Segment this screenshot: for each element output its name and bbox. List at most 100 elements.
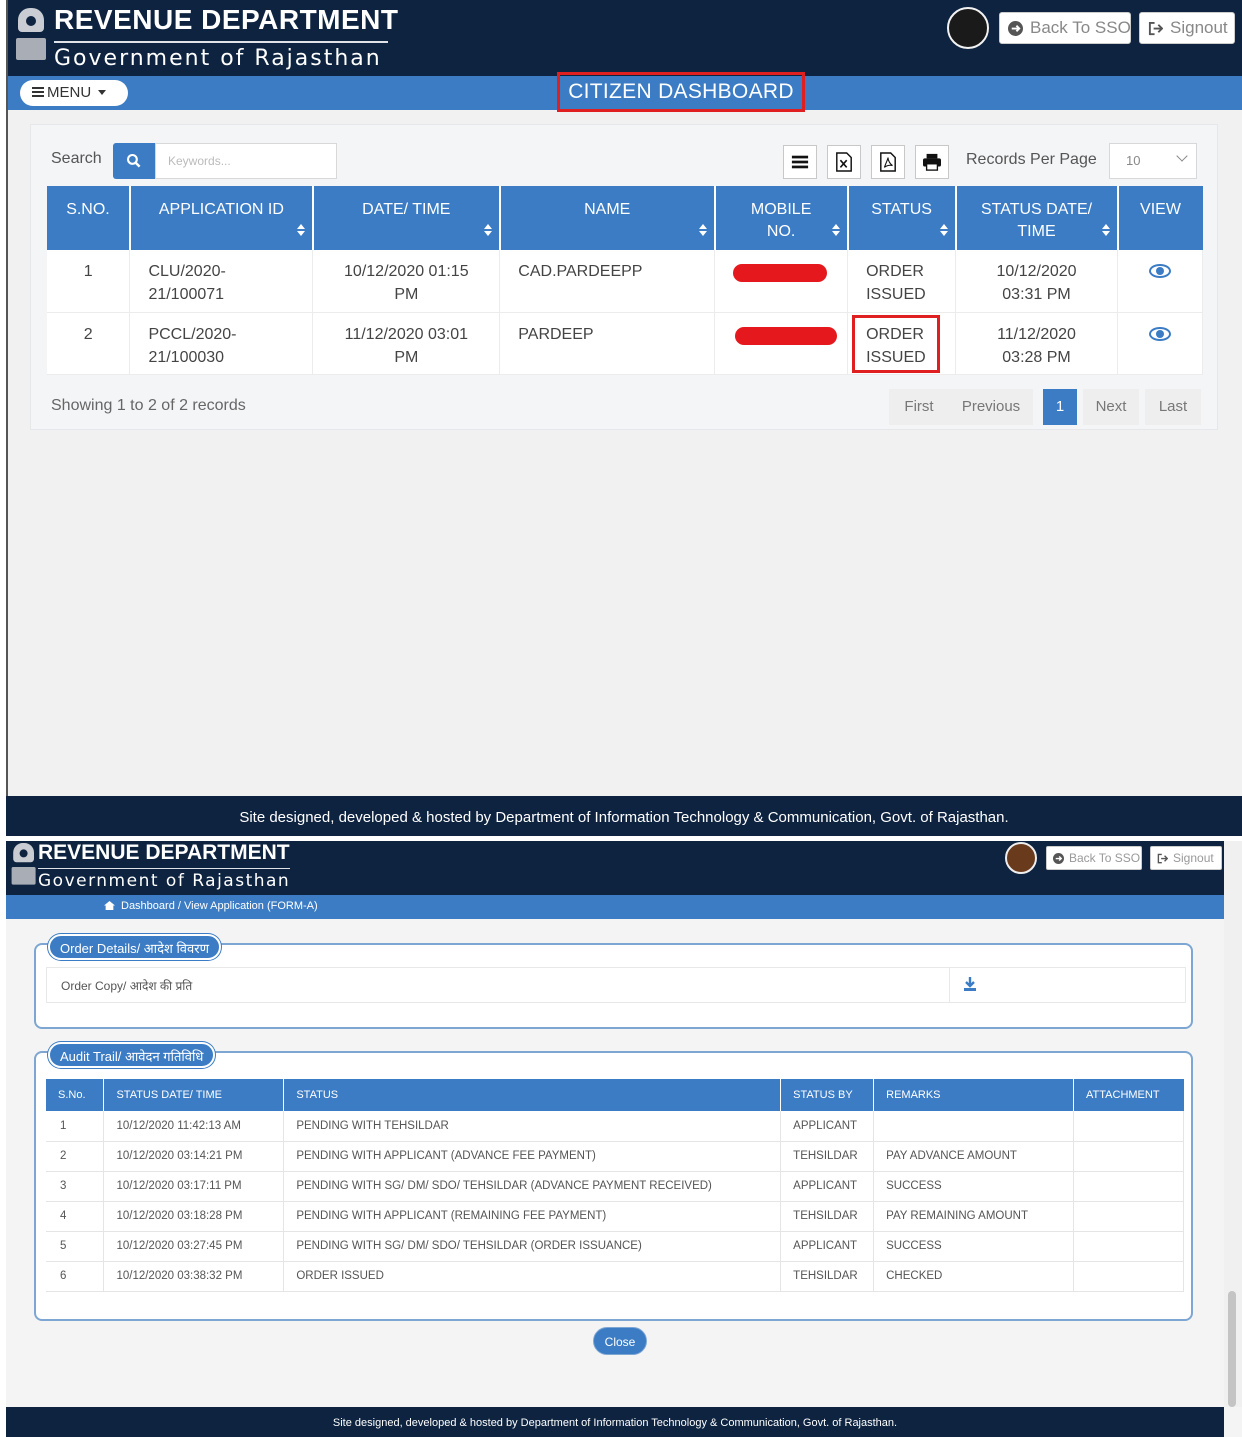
records-per-page-value: 10 bbox=[1126, 153, 1141, 168]
audit-trail-section: S.No. STATUS DATE/ TIME STATUS STATUS BY… bbox=[34, 1051, 1193, 1321]
close-button[interactable]: Close bbox=[593, 1327, 647, 1355]
cell-sno: 2 bbox=[47, 312, 131, 375]
col-status-datetime[interactable]: STATUS DATE/ TIME bbox=[955, 186, 1119, 250]
citizen-dashboard-screen: REVENUE DEPARTMENT Government of Rajasth… bbox=[6, 0, 1242, 836]
cell-application-id: PCCL/2020-21/100030 bbox=[129, 312, 314, 375]
site-footer: Site designed, developed & hosted by Dep… bbox=[6, 796, 1242, 836]
government-subtitle: Government of Rajasthan bbox=[54, 46, 382, 71]
col-sno: S.No. bbox=[46, 1079, 105, 1111]
order-copy-label: Order Copy/ आदेश की प्रति bbox=[61, 979, 193, 993]
caret-down-icon bbox=[98, 90, 107, 95]
table-row: 1 10/12/2020 11:42:13 AM PENDING WITH TEHS… bbox=[46, 1111, 1184, 1142]
menu-label: MENU bbox=[47, 84, 92, 101]
redaction-mark bbox=[733, 264, 828, 282]
export-pdf-button[interactable] bbox=[871, 145, 905, 179]
col-sno[interactable]: S.NO. bbox=[47, 186, 131, 250]
scrollbar-thumb[interactable] bbox=[1228, 1291, 1236, 1407]
user-avatar[interactable] bbox=[1005, 842, 1037, 874]
col-status: STATUS bbox=[283, 1079, 782, 1111]
applications-table: S.NO. APPLICATION ID DATE/ TIME NAME MOB… bbox=[47, 186, 1203, 375]
circle-arrow-icon bbox=[1008, 21, 1023, 36]
view-button[interactable] bbox=[1117, 250, 1203, 313]
menu-button[interactable]: MENU bbox=[20, 80, 128, 106]
pager-next[interactable]: Next bbox=[1083, 389, 1139, 425]
search-icon bbox=[126, 153, 141, 168]
col-status-datetime: STATUS DATE/ TIME bbox=[103, 1079, 285, 1111]
site-header: REVENUE DEPARTMENT Government of Rajasth… bbox=[6, 0, 1242, 76]
state-emblem-icon bbox=[14, 8, 48, 64]
col-remarks: REMARKS bbox=[873, 1079, 1075, 1111]
breadcrumb-current: View Application (FORM-A) bbox=[184, 900, 318, 912]
cell-name: CAD.PARDEEPP bbox=[499, 250, 716, 313]
column-list-button[interactable] bbox=[783, 145, 817, 179]
col-application-id[interactable]: APPLICATION ID bbox=[129, 186, 314, 250]
back-to-sso-button[interactable]: Back To SSO bbox=[1046, 846, 1142, 870]
hamburger-icon bbox=[32, 87, 44, 97]
cell-application-id: CLU/2020-21/100071 bbox=[129, 250, 314, 313]
user-avatar[interactable] bbox=[947, 7, 989, 49]
table-row: 2 PCCL/2020-21/100030 11/12/2020 03:01 P… bbox=[47, 312, 1203, 375]
sort-icon bbox=[831, 224, 840, 236]
nav-bar: MENU CITIZEN DASHBOARD bbox=[6, 72, 1242, 112]
scrollbar[interactable] bbox=[1224, 841, 1242, 1407]
page-title: CITIZEN DASHBOARD bbox=[557, 72, 805, 112]
signout-label: Signout bbox=[1170, 18, 1228, 37]
table-row: 6 10/12/2020 03:38:32 PM ORDER ISSUED TEHSI… bbox=[46, 1261, 1184, 1292]
pdf-file-icon bbox=[880, 152, 896, 172]
excel-file-icon bbox=[836, 152, 852, 172]
table-row: 1 CLU/2020-21/100071 10/12/2020 01:15 PM… bbox=[47, 250, 1203, 313]
print-icon bbox=[923, 153, 941, 171]
sort-icon bbox=[296, 224, 305, 236]
search-button[interactable] bbox=[113, 143, 155, 179]
sort-icon bbox=[483, 224, 492, 236]
pager-first[interactable]: First bbox=[889, 389, 949, 425]
search-label: Search bbox=[51, 150, 102, 167]
sort-icon bbox=[939, 224, 948, 236]
department-title: REVENUE DEPARTMENT bbox=[38, 841, 290, 864]
col-datetime[interactable]: DATE/ TIME bbox=[312, 186, 501, 250]
audit-trail-legend: Audit Trail/ आवेदन गतिविधि bbox=[48, 1042, 216, 1068]
order-details-legend: Order Details/ आदेश विवरण bbox=[48, 934, 221, 960]
audit-trail-table: S.No. STATUS DATE/ TIME STATUS STATUS BY… bbox=[46, 1079, 1184, 1292]
eye-icon bbox=[1149, 326, 1171, 341]
col-name[interactable]: NAME bbox=[499, 186, 716, 250]
col-attachment: ATTACHMENT bbox=[1073, 1079, 1184, 1111]
table-header-row: S.No. STATUS DATE/ TIME STATUS STATUS BY… bbox=[46, 1079, 1184, 1111]
search-input[interactable]: Keywords... bbox=[155, 143, 337, 179]
signout-icon bbox=[1148, 21, 1163, 36]
breadcrumb-dashboard-link[interactable]: Dashboard bbox=[121, 900, 175, 912]
signout-icon bbox=[1157, 853, 1168, 864]
records-per-page-label: Records Per Page bbox=[966, 151, 1097, 168]
col-view: VIEW bbox=[1117, 186, 1203, 250]
cell-status-datetime: 11/12/2020 03:28 PM bbox=[955, 312, 1118, 375]
signout-button[interactable]: Signout bbox=[1139, 12, 1235, 44]
download-icon[interactable] bbox=[963, 976, 977, 992]
records-per-page-select[interactable]: 10 bbox=[1109, 143, 1197, 179]
export-excel-button[interactable] bbox=[827, 145, 861, 179]
signout-button[interactable]: Signout bbox=[1150, 846, 1222, 870]
col-status[interactable]: STATUS bbox=[847, 186, 957, 250]
cell-status: ORDER ISSUED bbox=[847, 250, 957, 313]
site-header: REVENUE DEPARTMENT Government of Rajasth… bbox=[6, 841, 1242, 895]
sort-icon bbox=[1101, 224, 1110, 236]
cell-name: PARDEEP bbox=[499, 312, 716, 375]
back-to-sso-button[interactable]: Back To SSO bbox=[999, 12, 1131, 44]
site-footer: Site designed, developed & hosted by Dep… bbox=[6, 1407, 1224, 1437]
view-button[interactable] bbox=[1117, 312, 1203, 375]
print-button[interactable] bbox=[915, 145, 949, 179]
signout-label: Signout bbox=[1173, 851, 1214, 865]
pager-current[interactable]: 1 bbox=[1043, 389, 1077, 425]
cell-datetime: 11/12/2020 03:01 PM bbox=[312, 312, 501, 375]
records-summary: Showing 1 to 2 of 2 records bbox=[51, 397, 246, 414]
cell-mobile-redacted bbox=[714, 250, 849, 313]
order-copy-row: Order Copy/ आदेश की प्रति bbox=[46, 967, 1186, 1003]
table-row: 3 10/12/2020 03:17:11 PM PENDING WITH SG/ … bbox=[46, 1171, 1184, 1202]
status-highlight-box bbox=[852, 314, 941, 373]
view-application-screen: REVENUE DEPARTMENT Government of Rajasth… bbox=[6, 841, 1242, 1437]
col-status-by: STATUS BY bbox=[780, 1079, 875, 1111]
pager-last[interactable]: Last bbox=[1145, 389, 1201, 425]
col-mobile[interactable]: MOBILE NO. bbox=[714, 186, 849, 250]
cell-mobile-redacted bbox=[714, 312, 849, 375]
pager-previous[interactable]: Previous bbox=[949, 389, 1033, 425]
cell-status-datetime: 10/12/2020 03:31 PM bbox=[955, 250, 1118, 313]
